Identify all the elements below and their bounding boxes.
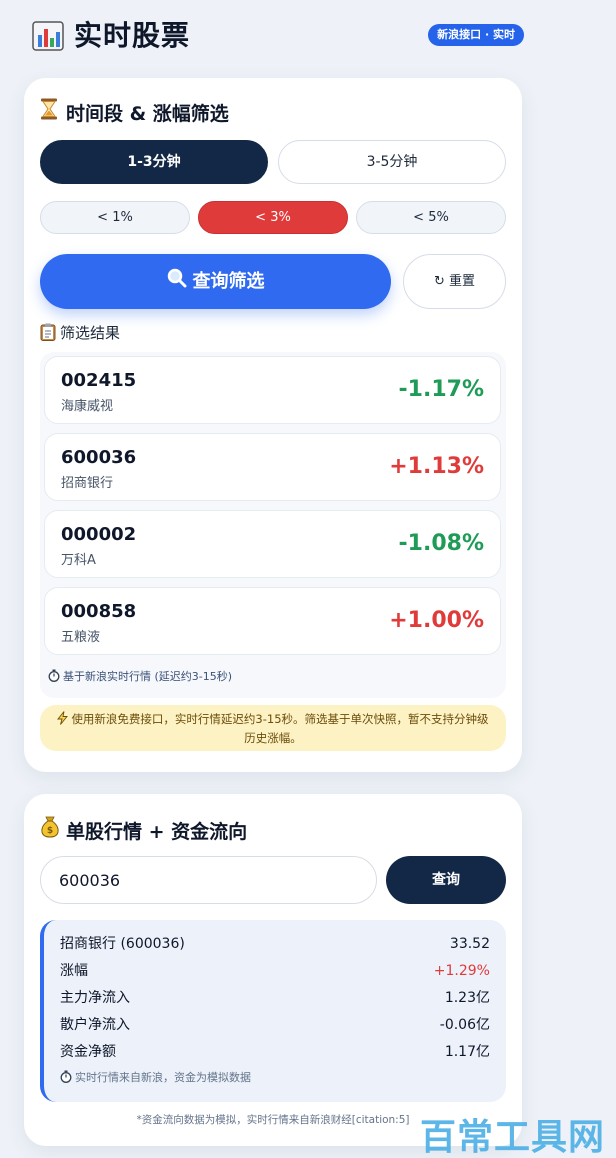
stock-row-000002[interactable]: 000002 万科A -1.08% <box>44 510 501 578</box>
stock-code-input[interactable] <box>40 856 377 904</box>
quote-section-title: $ 单股行情 + 资金流向 <box>40 816 247 845</box>
stock-change: -1.17% <box>398 377 484 402</box>
threshold-chip-5pct[interactable]: < 5% <box>356 201 506 234</box>
quote-card: $ 单股行情 + 资金流向 查询 招商银行 (600036) 33.52 涨幅 … <box>24 794 522 1146</box>
bar-chart-icon <box>32 21 64 51</box>
quote-value: -0.06亿 <box>439 1017 490 1033</box>
quote-note-text: 实时行情来自新浪，资金为模拟数据 <box>75 1071 251 1084</box>
quote-label: 涨幅 <box>60 963 88 979</box>
threshold-chip-1pct[interactable]: < 1% <box>40 201 190 234</box>
stock-code: 002415 <box>61 370 137 391</box>
quote-row-price: 招商银行 (600036) 33.52 <box>60 932 490 956</box>
threshold-chip-3pct[interactable]: < 3% <box>198 201 348 234</box>
quote-row-change: 涨幅 +1.29% <box>60 959 490 983</box>
page-title: 实时股票 <box>74 19 191 52</box>
warning-text: 使用新浪免费接口，实时行情延迟约3-15秒。筛选基于单次快照，暂不支持分钟级历史… <box>71 712 489 745</box>
period-tab-3-5min[interactable]: 3-5分钟 <box>278 140 506 184</box>
stock-row-000858[interactable]: 000858 五粮液 +1.00% <box>44 587 501 655</box>
magnifier-icon <box>167 255 187 310</box>
results-heading: 筛选结果 <box>40 322 120 347</box>
stock-name: 招商银行 <box>61 476 114 491</box>
stock-change: -1.08% <box>398 531 484 556</box>
stopwatch-icon <box>60 1070 72 1088</box>
svg-text:$: $ <box>47 826 53 836</box>
quote-value: 1.23亿 <box>444 990 490 1006</box>
quote-label: 散户净流入 <box>60 1017 130 1033</box>
results-note: 基于新浪实时行情 (延迟约3-15秒) <box>48 669 232 687</box>
period-tab-1-3min[interactable]: 1-3分钟 <box>40 140 268 184</box>
clipboard-icon <box>40 323 56 347</box>
results-list: 002415 海康威视 -1.17% 600036 招商银行 +1.13% 00… <box>40 352 506 698</box>
quote-note: 实时行情来自新浪，资金为模拟数据 <box>60 1070 251 1088</box>
results-note-text: 基于新浪实时行情 (延迟约3-15秒) <box>63 670 233 683</box>
quote-label: 资金净额 <box>60 1044 116 1060</box>
stock-row-002415[interactable]: 002415 海康威视 -1.17% <box>44 356 501 424</box>
stock-name: 万科A <box>61 553 96 568</box>
quote-value: 1.17亿 <box>444 1044 490 1060</box>
money-bag-icon: $ <box>40 816 62 845</box>
stock-code: 000858 <box>61 601 137 622</box>
stock-change: +1.00% <box>389 608 484 633</box>
query-filter-button[interactable]: 查询筛选 <box>40 254 391 309</box>
quote-label: 主力净流入 <box>60 990 130 1006</box>
reset-button[interactable]: ↻ 重置 <box>403 254 506 309</box>
site-watermark: 百常工具网 <box>420 1117 606 1158</box>
quote-value: +1.29% <box>433 963 490 979</box>
hourglass-icon <box>40 98 62 127</box>
stock-code: 600036 <box>61 447 137 468</box>
api-status-badge: 新浪接口 · 实时 <box>428 24 524 46</box>
filter-title-text: 时间段 & 涨幅筛选 <box>66 103 229 125</box>
stopwatch-icon <box>48 669 60 687</box>
quote-panel: 招商银行 (600036) 33.52 涨幅 +1.29% 主力净流入 1.23… <box>40 920 506 1102</box>
quote-title-text: 单股行情 + 资金流向 <box>66 821 248 843</box>
quote-row-net-fund: 资金净额 1.17亿 <box>60 1040 490 1064</box>
stock-name: 五粮液 <box>61 630 101 645</box>
quote-value: 33.52 <box>449 936 490 952</box>
lightning-icon <box>57 711 69 730</box>
stock-name: 海康威视 <box>61 399 114 414</box>
quote-row-retail-inflow: 散户净流入 -0.06亿 <box>60 1013 490 1037</box>
quote-row-main-inflow: 主力净流入 1.23亿 <box>60 986 490 1010</box>
stock-row-600036[interactable]: 600036 招商银行 +1.13% <box>44 433 501 501</box>
filter-section-title: 时间段 & 涨幅筛选 <box>40 98 229 127</box>
stock-query-button[interactable]: 查询 <box>386 856 506 904</box>
results-label-text: 筛选结果 <box>60 324 121 342</box>
stock-change: +1.13% <box>389 454 484 479</box>
query-filter-label: 查询筛选 <box>192 271 265 292</box>
quote-label: 招商银行 (600036) <box>60 936 185 952</box>
stock-code: 000002 <box>61 524 137 545</box>
filter-card: 时间段 & 涨幅筛选 1-3分钟 3-5分钟 < 1% < 3% < 5% 查询… <box>24 78 522 772</box>
app-header: 实时股票 新浪接口 · 实时 <box>32 18 524 54</box>
delay-warning: 使用新浪免费接口，实时行情延迟约3-15秒。筛选基于单次快照，暂不支持分钟级历史… <box>40 705 506 751</box>
